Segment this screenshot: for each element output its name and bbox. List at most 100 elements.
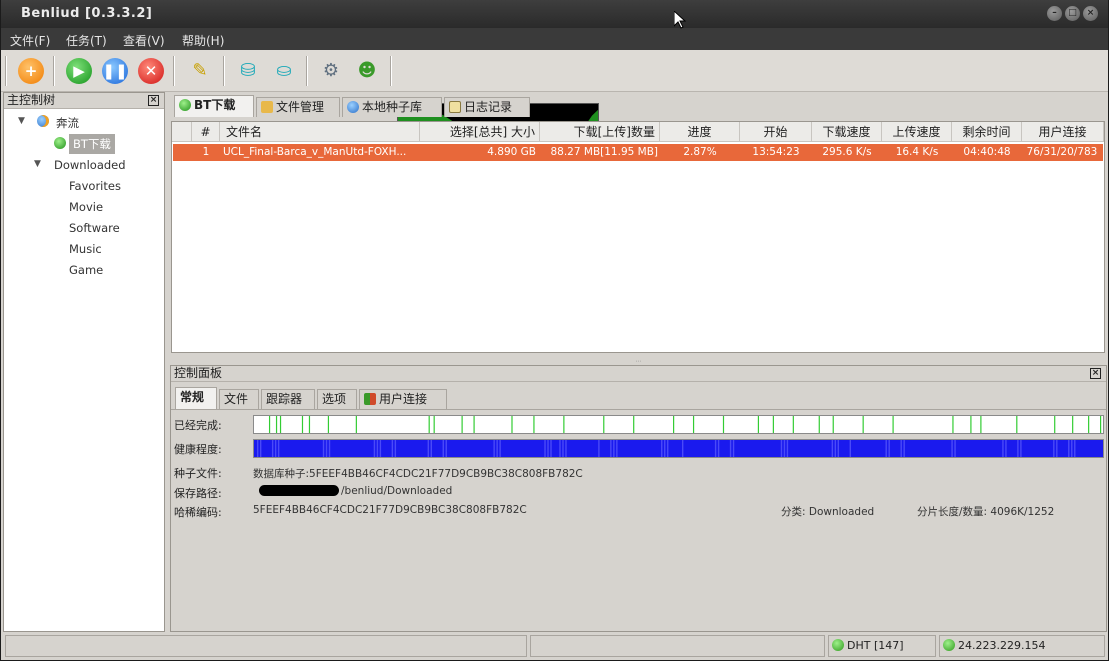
menu-task[interactable]: 任务(T) [66, 32, 107, 49]
column-header-remaining[interactable]: 剩余时间 [952, 122, 1022, 142]
tree-item-music[interactable]: Music [69, 242, 102, 256]
mouse-cursor-icon [674, 11, 686, 29]
column-header-start[interactable]: 开始 [740, 122, 812, 142]
tab-peers[interactable]: 用户连接 [359, 389, 447, 409]
hash-value: 5FEEF4BB46CF4CDC21F77D9CB9BC38C808FB782C [253, 504, 527, 516]
tree-item-favorites[interactable]: Favorites [69, 179, 121, 193]
dht-status-icon [832, 639, 844, 651]
tree-item-root[interactable]: 奔流 [56, 115, 79, 131]
toolbar-separator [223, 56, 225, 86]
status-bar: DHT [147] 24.223.229.154 [1, 632, 1108, 660]
column-header-transferred[interactable]: 下载[上传]数量 [540, 122, 660, 142]
expand-arrow-icon[interactable]: ▼ [34, 159, 41, 169]
control-panel-close-icon[interactable]: × [1090, 368, 1101, 379]
tab-bt-download[interactable]: BT下载 [174, 95, 254, 117]
remove-database-icon[interactable]: ⛀ [271, 58, 297, 84]
health-bar [253, 439, 1104, 458]
app-window: Benliud [0.3.3.2] – □ × 文件(F) 任务(T) 查看(V… [1, 0, 1108, 660]
control-panel: 控制面板 × 常规 文件 跟踪器 选项 用户连接 已经完成: 健康程度: 种子文… [170, 365, 1107, 632]
toolbar-separator [390, 56, 392, 86]
peers-icon [364, 393, 376, 405]
menu-file[interactable]: 文件(F) [10, 32, 50, 49]
table-row[interactable]: 1 UCL_Final-Barca_v_ManUtd-FOXH... 4.890… [173, 144, 1103, 161]
tab-files[interactable]: 文件 [219, 389, 259, 409]
general-tab-content: 已经完成: 健康程度: 种子文件: 数据库种子:5FEEF4BB46CF4CDC… [171, 409, 1106, 631]
close-button[interactable]: × [1083, 6, 1098, 21]
pause-icon[interactable]: ❚❚ [102, 58, 128, 84]
completed-label: 已经完成: [174, 419, 222, 432]
status-dht: DHT [147] [828, 635, 936, 657]
add-task-icon[interactable]: + [18, 58, 44, 84]
completed-pieces-bar [253, 415, 1104, 434]
stop-icon[interactable]: ✕ [138, 58, 164, 84]
control-panel-title: 控制面板 [174, 366, 223, 380]
add-database-icon[interactable]: ⛁ [235, 58, 261, 84]
ip-status-icon [943, 639, 955, 651]
sidebar-close-icon[interactable]: × [148, 95, 159, 106]
row-down-speed: 295.6 K/s [822, 146, 872, 158]
folder-icon [261, 101, 273, 113]
column-header-size[interactable]: 选择[总共] 大小 [420, 122, 540, 142]
tree-item-bt[interactable]: BT下载 [69, 134, 115, 154]
toolbar-separator [173, 56, 175, 86]
tree-item-movie[interactable]: Movie [69, 200, 103, 214]
tab-options[interactable]: 选项 [317, 389, 357, 409]
column-header-index[interactable]: # [192, 122, 220, 142]
status-message [5, 635, 527, 657]
main-tabs: BT下载 文件管理 本地种子库 日志记录 [174, 94, 594, 117]
row-start: 13:54:23 [752, 146, 800, 158]
tab-general[interactable]: 常规 [175, 387, 217, 409]
sidebar-tree: 主控制树 × ▼ 奔流 BT下载 ▼ Downloaded Favorites … [3, 92, 165, 632]
health-label: 健康程度: [174, 443, 222, 456]
tab-trackers[interactable]: 跟踪器 [261, 389, 315, 409]
row-size: 4.890 GB [487, 146, 536, 158]
redacted-path-segment [259, 485, 339, 496]
start-icon[interactable]: ▶ [66, 58, 92, 84]
column-header-progress[interactable]: 进度 [660, 122, 740, 142]
column-header-filename[interactable]: 文件名 [220, 122, 420, 142]
benliud-logo-icon [37, 115, 49, 127]
row-remaining: 04:40:48 [963, 146, 1011, 158]
task-table: # 文件名 选择[总共] 大小 下载[上传]数量 进度 开始 下载速度 上传速度… [171, 121, 1105, 389]
bt-download-icon [54, 137, 66, 149]
row-up-speed: 16.4 K/s [895, 146, 939, 158]
control-tabs: 常规 文件 跟踪器 选项 用户连接 [175, 386, 475, 409]
tree-item-downloaded[interactable]: Downloaded [54, 158, 126, 172]
row-filename: UCL_Final-Barca_v_ManUtd-FOXH... [223, 146, 407, 158]
settings-gear-icon[interactable]: ⚙ [318, 58, 344, 84]
tab-log[interactable]: 日志记录 [444, 97, 530, 117]
toolbar-separator [53, 56, 55, 86]
user-icon[interactable]: ☻ [354, 58, 380, 84]
maximize-button[interactable]: □ [1065, 6, 1080, 21]
row-progress: 2.87% [683, 146, 717, 158]
column-header-up-speed[interactable]: 上传速度 [882, 122, 952, 142]
menu-help[interactable]: 帮助(H) [182, 32, 224, 49]
tab-local-seeds[interactable]: 本地种子库 [342, 97, 442, 117]
tab-file-manager[interactable]: 文件管理 [256, 97, 340, 117]
sidebar-title: 主控制树 [7, 93, 56, 107]
expand-arrow-icon[interactable]: ▼ [18, 116, 25, 126]
column-header-down-speed[interactable]: 下载速度 [812, 122, 882, 142]
column-header-blank [172, 122, 192, 142]
seed-label: 种子文件: [174, 467, 222, 480]
seed-value: 数据库种子:5FEEF4BB46CF4CDC21F77D9CB9BC38C808… [253, 468, 583, 480]
window-title: Benliud [0.3.3.2] [21, 6, 153, 21]
menu-view[interactable]: 查看(V) [123, 32, 165, 49]
row-peers: 76/31/20/783 [1026, 146, 1098, 158]
title-bar[interactable]: Benliud [0.3.3.2] – □ × [1, 0, 1108, 28]
menu-bar: 文件(F) 任务(T) 查看(V) 帮助(H) [1, 28, 1108, 50]
tree-item-game[interactable]: Game [69, 263, 103, 277]
bt-download-icon [179, 99, 191, 111]
log-note-icon [449, 101, 461, 113]
toolbar-separator [5, 56, 7, 86]
status-progress [530, 635, 825, 657]
control-panel-header: 控制面板 × [171, 366, 1106, 382]
search-icon [347, 101, 359, 113]
edit-icon[interactable]: ✎ [187, 58, 213, 84]
toolbar: + ▶ ❚❚ ✕ ✎ ⛁ ⛀ ⚙ ☻ [1, 50, 1108, 140]
toolbar-separator [306, 56, 308, 86]
tree-item-software[interactable]: Software [69, 221, 120, 235]
column-header-peers[interactable]: 用户连接 [1022, 122, 1104, 142]
minimize-button[interactable]: – [1047, 6, 1062, 21]
row-index: 1 [202, 146, 210, 158]
